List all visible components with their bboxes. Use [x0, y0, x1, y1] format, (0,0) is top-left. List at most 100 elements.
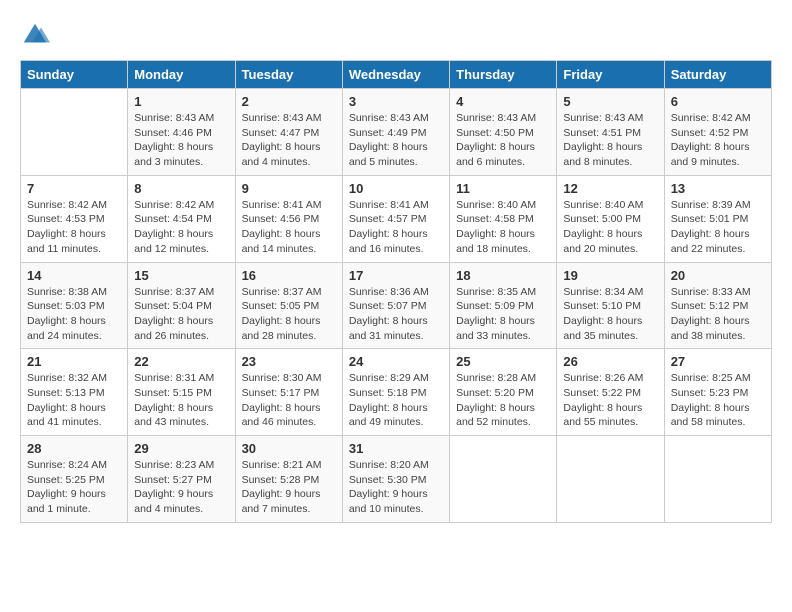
day-number: 14 [27, 268, 121, 283]
calendar-day-header: Saturday [664, 61, 771, 89]
day-number: 24 [349, 354, 443, 369]
day-info: Sunrise: 8:43 AMSunset: 4:50 PMDaylight:… [456, 111, 550, 170]
day-info: Sunrise: 8:35 AMSunset: 5:09 PMDaylight:… [456, 285, 550, 344]
day-info: Sunrise: 8:20 AMSunset: 5:30 PMDaylight:… [349, 458, 443, 517]
calendar-day-cell: 10 Sunrise: 8:41 AMSunset: 4:57 PMDayligh… [342, 175, 449, 262]
day-number: 11 [456, 181, 550, 196]
calendar-day-cell: 14Sunrise: 8:38 AMSunset: 5:03 PMDayligh… [21, 262, 128, 349]
calendar-day-cell [664, 436, 771, 523]
day-info: Sunrise: 8:32 AMSunset: 5:13 PMDaylight:… [27, 371, 121, 430]
calendar-day-header: Tuesday [235, 61, 342, 89]
day-number: 4 [456, 94, 550, 109]
day-number: 28 [27, 441, 121, 456]
calendar-day-cell: 3Sunrise: 8:43 AMSunset: 4:49 PMDaylight… [342, 89, 449, 176]
calendar-day-cell: 28Sunrise: 8:24 AMSunset: 5:25 PMDayligh… [21, 436, 128, 523]
calendar-day-cell: 29Sunrise: 8:23 AMSunset: 5:27 PMDayligh… [128, 436, 235, 523]
day-info: Sunrise: 8:30 AMSunset: 5:17 PMDaylight:… [242, 371, 336, 430]
day-number: 23 [242, 354, 336, 369]
calendar-day-cell: 11 Sunrise: 8:40 AMSunset: 4:58 PMDayligh… [450, 175, 557, 262]
day-info: Sunrise: 8:37 AMSunset: 5:05 PMDaylight:… [242, 285, 336, 344]
day-info: Sunrise: 8:43 AMSunset: 4:46 PMDaylight:… [134, 111, 228, 170]
calendar-day-cell: 8 Sunrise: 8:42 AMSunset: 4:54 PMDaylight… [128, 175, 235, 262]
calendar-day-cell: 16 Sunrise: 8:37 AMSunset: 5:05 PMDayligh… [235, 262, 342, 349]
calendar-day-cell: 30 Sunrise: 8:21 AMSunset: 5:28 PMDayligh… [235, 436, 342, 523]
day-number: 18 [456, 268, 550, 283]
day-number: 10 [349, 181, 443, 196]
calendar-day-cell: 6 Sunrise: 8:42 AMSunset: 4:52 PMDaylight… [664, 89, 771, 176]
day-info: Sunrise: 8:25 AMSunset: 5:23 PMDaylight:… [671, 371, 765, 430]
calendar-day-cell: 25 Sunrise: 8:28 AMSunset: 5:20 PMDayligh… [450, 349, 557, 436]
calendar-day-header: Sunday [21, 61, 128, 89]
day-number: 31 [349, 441, 443, 456]
calendar-day-cell: 13Sunrise: 8:39 AMSunset: 5:01 PMDayligh… [664, 175, 771, 262]
day-info: Sunrise: 8:43 AMSunset: 4:47 PMDaylight:… [242, 111, 336, 170]
calendar-day-cell: 20 Sunrise: 8:33 AMSunset: 5:12 PMDayligh… [664, 262, 771, 349]
day-info: Sunrise: 8:31 AMSunset: 5:15 PMDaylight:… [134, 371, 228, 430]
calendar-day-cell: 31 Sunrise: 8:20 AMSunset: 5:30 PMDayligh… [342, 436, 449, 523]
day-info: Sunrise: 8:42 AMSunset: 4:53 PMDaylight:… [27, 198, 121, 257]
day-number: 21 [27, 354, 121, 369]
day-number: 13 [671, 181, 765, 196]
page-header [20, 20, 772, 50]
day-info: Sunrise: 8:40 AMSunset: 5:00 PMDaylight:… [563, 198, 657, 257]
day-number: 19 [563, 268, 657, 283]
calendar-day-header: Friday [557, 61, 664, 89]
calendar-day-header: Wednesday [342, 61, 449, 89]
day-info: Sunrise: 8:26 AMSunset: 5:22 PMDaylight:… [563, 371, 657, 430]
day-info: Sunrise: 8:29 AMSunset: 5:18 PMDaylight:… [349, 371, 443, 430]
day-number: 25 [456, 354, 550, 369]
day-number: 17 [349, 268, 443, 283]
calendar-day-cell: 17 Sunrise: 8:36 AMSunset: 5:07 PMDayligh… [342, 262, 449, 349]
day-info: Sunrise: 8:33 AMSunset: 5:12 PMDaylight:… [671, 285, 765, 344]
day-info: Sunrise: 8:43 AMSunset: 4:51 PMDaylight:… [563, 111, 657, 170]
day-number: 8 [134, 181, 228, 196]
calendar-day-cell: 4 Sunrise: 8:43 AMSunset: 4:50 PMDaylight… [450, 89, 557, 176]
calendar-day-header: Monday [128, 61, 235, 89]
calendar-day-cell [21, 89, 128, 176]
day-number: 20 [671, 268, 765, 283]
day-info: Sunrise: 8:40 AMSunset: 4:58 PMDaylight:… [456, 198, 550, 257]
day-number: 5 [563, 94, 657, 109]
day-number: 2 [242, 94, 336, 109]
day-number: 1 [134, 94, 228, 109]
calendar-header-row: SundayMondayTuesdayWednesdayThursdayFrid… [21, 61, 772, 89]
day-info: Sunrise: 8:42 AMSunset: 4:54 PMDaylight:… [134, 198, 228, 257]
calendar-day-cell: 26 Sunrise: 8:26 AMSunset: 5:22 PMDayligh… [557, 349, 664, 436]
calendar-day-cell: 24 Sunrise: 8:29 AMSunset: 5:18 PMDayligh… [342, 349, 449, 436]
day-number: 7 [27, 181, 121, 196]
day-number: 16 [242, 268, 336, 283]
day-number: 9 [242, 181, 336, 196]
day-info: Sunrise: 8:21 AMSunset: 5:28 PMDaylight:… [242, 458, 336, 517]
day-number: 12 [563, 181, 657, 196]
day-info: Sunrise: 8:37 AMSunset: 5:04 PMDaylight:… [134, 285, 228, 344]
day-number: 15 [134, 268, 228, 283]
day-info: Sunrise: 8:41 AMSunset: 4:56 PMDaylight:… [242, 198, 336, 257]
calendar-day-cell: 15 Sunrise: 8:37 AMSunset: 5:04 PMDayligh… [128, 262, 235, 349]
calendar-week-row: 28Sunrise: 8:24 AMSunset: 5:25 PMDayligh… [21, 436, 772, 523]
calendar-day-header: Thursday [450, 61, 557, 89]
day-info: Sunrise: 8:41 AMSunset: 4:57 PMDaylight:… [349, 198, 443, 257]
calendar-day-cell: 7 Sunrise: 8:42 AMSunset: 4:53 PMDaylight… [21, 175, 128, 262]
day-number: 6 [671, 94, 765, 109]
calendar-day-cell: 22 Sunrise: 8:31 AMSunset: 5:15 PMDayligh… [128, 349, 235, 436]
day-number: 27 [671, 354, 765, 369]
calendar-day-cell: 19 Sunrise: 8:34 AMSunset: 5:10 PMDayligh… [557, 262, 664, 349]
day-number: 26 [563, 354, 657, 369]
calendar-day-cell: 12 Sunrise: 8:40 AMSunset: 5:00 PMDayligh… [557, 175, 664, 262]
day-number: 29 [134, 441, 228, 456]
calendar-week-row: 7 Sunrise: 8:42 AMSunset: 4:53 PMDaylight… [21, 175, 772, 262]
calendar-day-cell: 2 Sunrise: 8:43 AMSunset: 4:47 PMDaylight… [235, 89, 342, 176]
calendar-day-cell: 5 Sunrise: 8:43 AMSunset: 4:51 PMDaylight… [557, 89, 664, 176]
day-info: Sunrise: 8:28 AMSunset: 5:20 PMDaylight:… [456, 371, 550, 430]
logo [20, 20, 54, 50]
day-info: Sunrise: 8:43 AMSunset: 4:49 PMDaylight:… [349, 111, 443, 170]
day-info: Sunrise: 8:42 AMSunset: 4:52 PMDaylight:… [671, 111, 765, 170]
day-number: 22 [134, 354, 228, 369]
calendar-day-cell [450, 436, 557, 523]
calendar-day-cell [557, 436, 664, 523]
day-info: Sunrise: 8:34 AMSunset: 5:10 PMDaylight:… [563, 285, 657, 344]
calendar-day-cell: 9 Sunrise: 8:41 AMSunset: 4:56 PMDaylight… [235, 175, 342, 262]
day-info: Sunrise: 8:36 AMSunset: 5:07 PMDaylight:… [349, 285, 443, 344]
day-number: 30 [242, 441, 336, 456]
calendar-day-cell: 18 Sunrise: 8:35 AMSunset: 5:09 PMDayligh… [450, 262, 557, 349]
